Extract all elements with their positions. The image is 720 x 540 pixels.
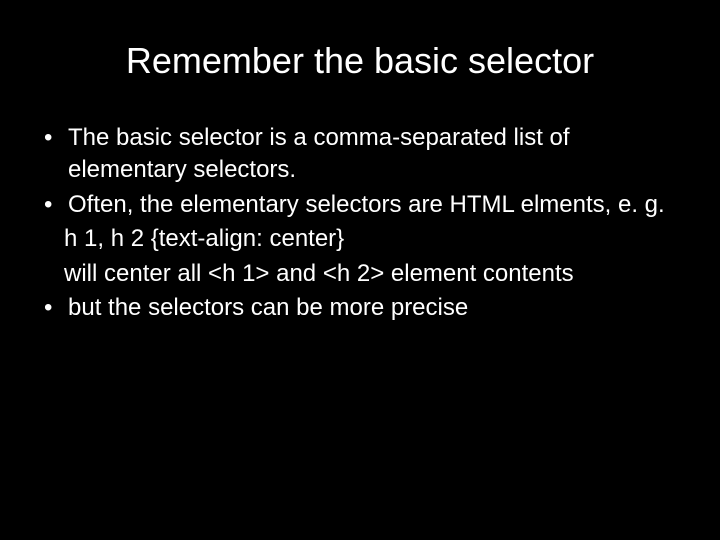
bullet-item: • Often, the elementary selectors are HT…	[40, 189, 680, 221]
bullet-marker: •	[40, 122, 68, 187]
bullet-text: The basic selector is a comma-separated …	[68, 122, 680, 187]
bullet-text: but the selectors can be more precise	[68, 292, 680, 324]
bullet-text: Often, the elementary selectors are HTML…	[68, 189, 680, 221]
code-example: h 1, h 2 {text-align: center}	[40, 223, 680, 255]
slide-container: Remember the basic selector • The basic …	[0, 0, 720, 540]
bullet-item: • but the selectors can be more precise	[40, 292, 680, 324]
bullet-marker: •	[40, 189, 68, 221]
bullet-marker: •	[40, 292, 68, 324]
slide-content: • The basic selector is a comma-separate…	[40, 122, 680, 324]
bullet-item: • The basic selector is a comma-separate…	[40, 122, 680, 187]
example-result: will center all <h 1> and <h 2> element …	[40, 258, 680, 290]
slide-title: Remember the basic selector	[40, 40, 680, 82]
